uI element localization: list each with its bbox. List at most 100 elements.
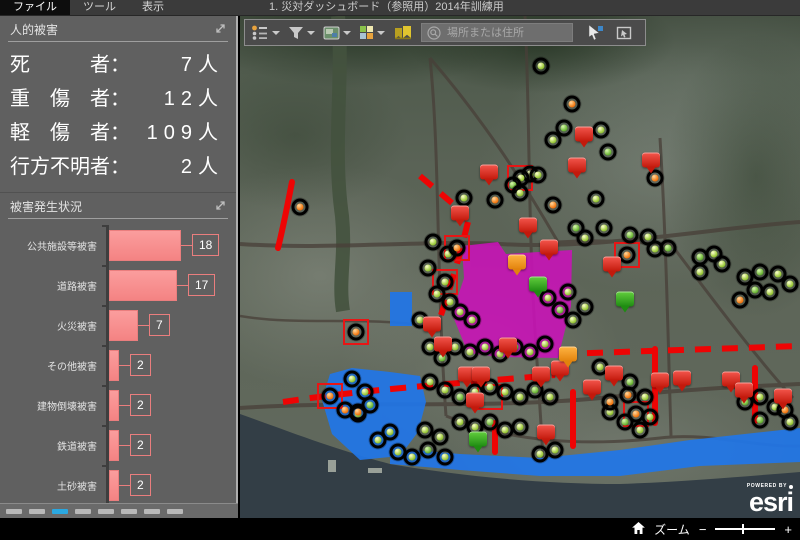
marker-incident-minor[interactable] [565,312,582,329]
marker-pin-red[interactable] [735,383,753,398]
marker-pin-red[interactable] [466,393,484,408]
marker-incident-minor[interactable] [782,276,799,293]
marker-incident-resolved[interactable] [660,240,677,257]
marker-incident-minor[interactable] [432,429,449,446]
pointer-tool[interactable] [587,25,604,41]
marker-incident-minor[interactable] [456,190,473,207]
marker-incident-resolved[interactable] [420,442,437,459]
marker-pin-orange[interactable] [508,255,526,270]
pagination-dash[interactable] [29,509,45,514]
basemap-tool[interactable] [323,26,351,40]
marker-incident-minor[interactable] [560,284,577,301]
filter-tool[interactable] [288,26,315,40]
marker-incident-minor[interactable] [404,449,421,466]
marker-incident-minor[interactable] [533,58,550,75]
marker-pin-red[interactable] [532,367,550,382]
map-canvas[interactable]: POWERED BY esri [240,16,800,518]
marker-pin-red[interactable] [472,367,490,382]
pagination-dash[interactable] [144,509,160,514]
marker-incident-resolved[interactable] [600,144,617,161]
pagination-dash[interactable] [75,509,91,514]
bar[interactable] [109,430,119,461]
marker-incident-minor[interactable] [530,167,547,184]
marker-pin-red[interactable] [575,127,593,142]
marker-incident-resolved[interactable] [622,227,639,244]
marker-pin-red[interactable] [673,371,691,386]
marker-incident-minor[interactable] [762,284,779,301]
pagination-dash[interactable] [98,509,114,514]
marker-pin-green[interactable] [529,277,547,292]
marker-incident-severe[interactable] [628,406,645,423]
marker-pin-red[interactable] [519,218,537,233]
marker-pin-red[interactable] [537,425,555,440]
marker-pin-orange[interactable] [559,347,577,362]
marker-pin-red[interactable] [642,153,660,168]
marker-incident-severe[interactable] [487,192,504,209]
bar[interactable] [109,270,177,301]
bar[interactable] [109,390,119,421]
pagination-dash[interactable] [52,509,68,514]
marker-incident-minor[interactable] [692,264,709,281]
select-rectangle-tool[interactable] [616,26,632,40]
marker-incident-minor[interactable] [370,432,387,449]
zoom-out-button[interactable]: − [699,523,707,536]
marker-pin-red[interactable] [480,165,498,180]
marker-incident-warning[interactable] [564,96,581,113]
marker-incident-resolved[interactable] [752,412,769,429]
marker-pin-red[interactable] [423,317,441,332]
marker-pin-red[interactable] [651,373,669,388]
marker-incident-minor[interactable] [425,234,442,251]
bar[interactable] [109,350,119,381]
marker-incident-severe[interactable] [292,199,309,216]
bar[interactable] [109,230,181,261]
marker-incident-resolved[interactable] [556,120,573,137]
marker-incident-severe[interactable] [350,404,367,421]
home-icon[interactable] [632,522,645,537]
marker-pin-red[interactable] [603,257,621,272]
marker-incident-minor[interactable] [542,389,559,406]
marker-pin-red[interactable] [583,380,601,395]
marker-incident-severe[interactable] [619,247,636,264]
pagination-dash[interactable] [6,509,22,514]
marker-incident-severe[interactable] [732,292,749,309]
marker-incident-severe[interactable] [545,197,562,214]
search-box[interactable] [421,23,573,42]
bookmarks-tool[interactable] [393,25,413,40]
marker-incident-minor[interactable] [512,185,529,202]
marker-pin-green[interactable] [616,292,634,307]
marker-incident-minor[interactable] [417,422,434,439]
marker-incident-severe[interactable] [348,324,365,341]
marker-incident-minor[interactable] [596,220,613,237]
marker-incident-minor[interactable] [637,389,654,406]
zoom-slider-handle[interactable] [742,524,744,534]
menu-item-file[interactable]: ファイル [0,0,70,15]
pagination-dash[interactable] [121,509,137,514]
marker-pin-red[interactable] [499,338,517,353]
marker-incident-minor[interactable] [420,260,437,277]
marker-incident-minor[interactable] [632,422,649,439]
bar[interactable] [109,310,138,341]
marker-incident-warning[interactable] [620,387,637,404]
bar[interactable] [109,470,119,501]
marker-incident-minor[interactable] [577,299,594,316]
expand-icon[interactable] [215,23,226,37]
marker-pin-red[interactable] [568,158,586,173]
zoom-in-button[interactable]: + [784,523,792,536]
marker-incident-minor[interactable] [537,336,554,353]
marker-incident-resolved[interactable] [752,264,769,281]
marker-pin-red[interactable] [434,337,452,352]
marker-incident-minor[interactable] [512,419,529,436]
layer-gallery-tool[interactable] [359,25,385,40]
marker-incident-severe[interactable] [602,394,619,411]
zoom-slider[interactable] [715,528,775,530]
marker-incident-minor[interactable] [714,256,731,273]
marker-incident-minor[interactable] [588,191,605,208]
marker-incident-minor[interactable] [344,371,361,388]
marker-incident-minor[interactable] [464,312,481,329]
marker-incident-minor[interactable] [752,389,769,406]
menu-item-tools[interactable]: ツール [70,0,129,15]
menu-item-view[interactable]: 表示 [129,0,177,15]
marker-incident-severe[interactable] [322,388,339,405]
pagination-dash[interactable] [167,509,183,514]
marker-incident-severe[interactable] [449,240,466,257]
